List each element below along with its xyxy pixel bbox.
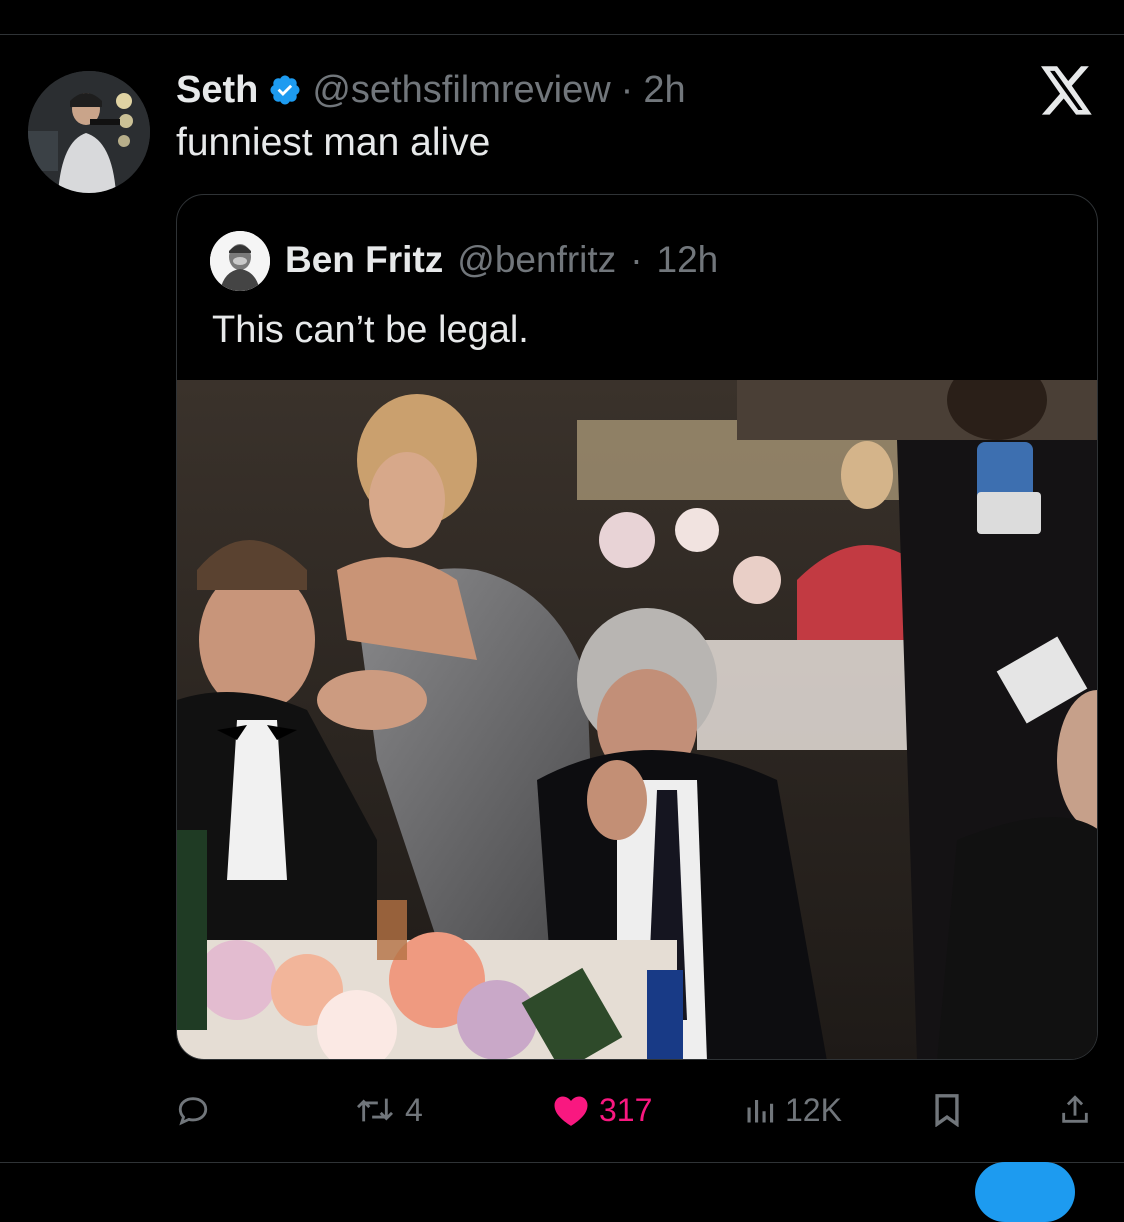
- bottom-divider: [0, 1162, 1124, 1163]
- like-button[interactable]: 317: [553, 1085, 652, 1135]
- x-logo-icon[interactable]: [1040, 66, 1094, 116]
- quoted-tweet-card[interactable]: Ben Fritz @benfritz · 12h This can’t be …: [176, 194, 1098, 1060]
- author-handle[interactable]: @sethsfilmreview: [312, 69, 610, 112]
- quoted-author-avatar[interactable]: [210, 231, 270, 291]
- quoted-author-row: Ben Fritz @benfritz · 12h: [285, 235, 718, 285]
- tweet-text: funniest man alive: [176, 121, 491, 164]
- retweet-icon: [356, 1098, 394, 1122]
- views-icon: [747, 1100, 774, 1123]
- quoted-tweet-text: This can’t be legal.: [212, 309, 529, 351]
- author-row: Seth @sethsfilmreview · 2h: [176, 68, 686, 112]
- author-avatar[interactable]: [28, 71, 150, 193]
- author-name[interactable]: Seth: [176, 69, 258, 112]
- tweet-action-bar: 4 317 12K: [0, 1085, 1124, 1135]
- reply-button[interactable]: [176, 1085, 220, 1135]
- post-time[interactable]: 2h: [643, 69, 685, 112]
- separator-dot: ·: [620, 68, 634, 111]
- view-count: 12K: [785, 1091, 842, 1128]
- reply-icon: [178, 1097, 208, 1126]
- retweet-count: 4: [405, 1091, 423, 1128]
- share-button[interactable]: [1058, 1085, 1092, 1135]
- verified-badge-icon: [270, 75, 300, 105]
- views-button[interactable]: 12K: [745, 1085, 842, 1135]
- share-icon: [1062, 1095, 1088, 1123]
- top-divider: [0, 34, 1124, 35]
- quoted-author-handle[interactable]: @benfritz: [457, 239, 616, 281]
- compose-button[interactable]: [975, 1162, 1075, 1222]
- bookmark-icon: [935, 1094, 959, 1127]
- quoted-separator-dot: ·: [630, 239, 643, 280]
- bookmark-button[interactable]: [932, 1085, 962, 1135]
- heart-icon: [554, 1096, 588, 1126]
- quoted-tweet-photo[interactable]: [177, 380, 1097, 1059]
- retweet-button[interactable]: 4: [355, 1085, 423, 1135]
- quoted-post-time[interactable]: 12h: [657, 239, 719, 281]
- quoted-author-name[interactable]: Ben Fritz: [285, 239, 443, 281]
- like-count: 317: [599, 1091, 653, 1128]
